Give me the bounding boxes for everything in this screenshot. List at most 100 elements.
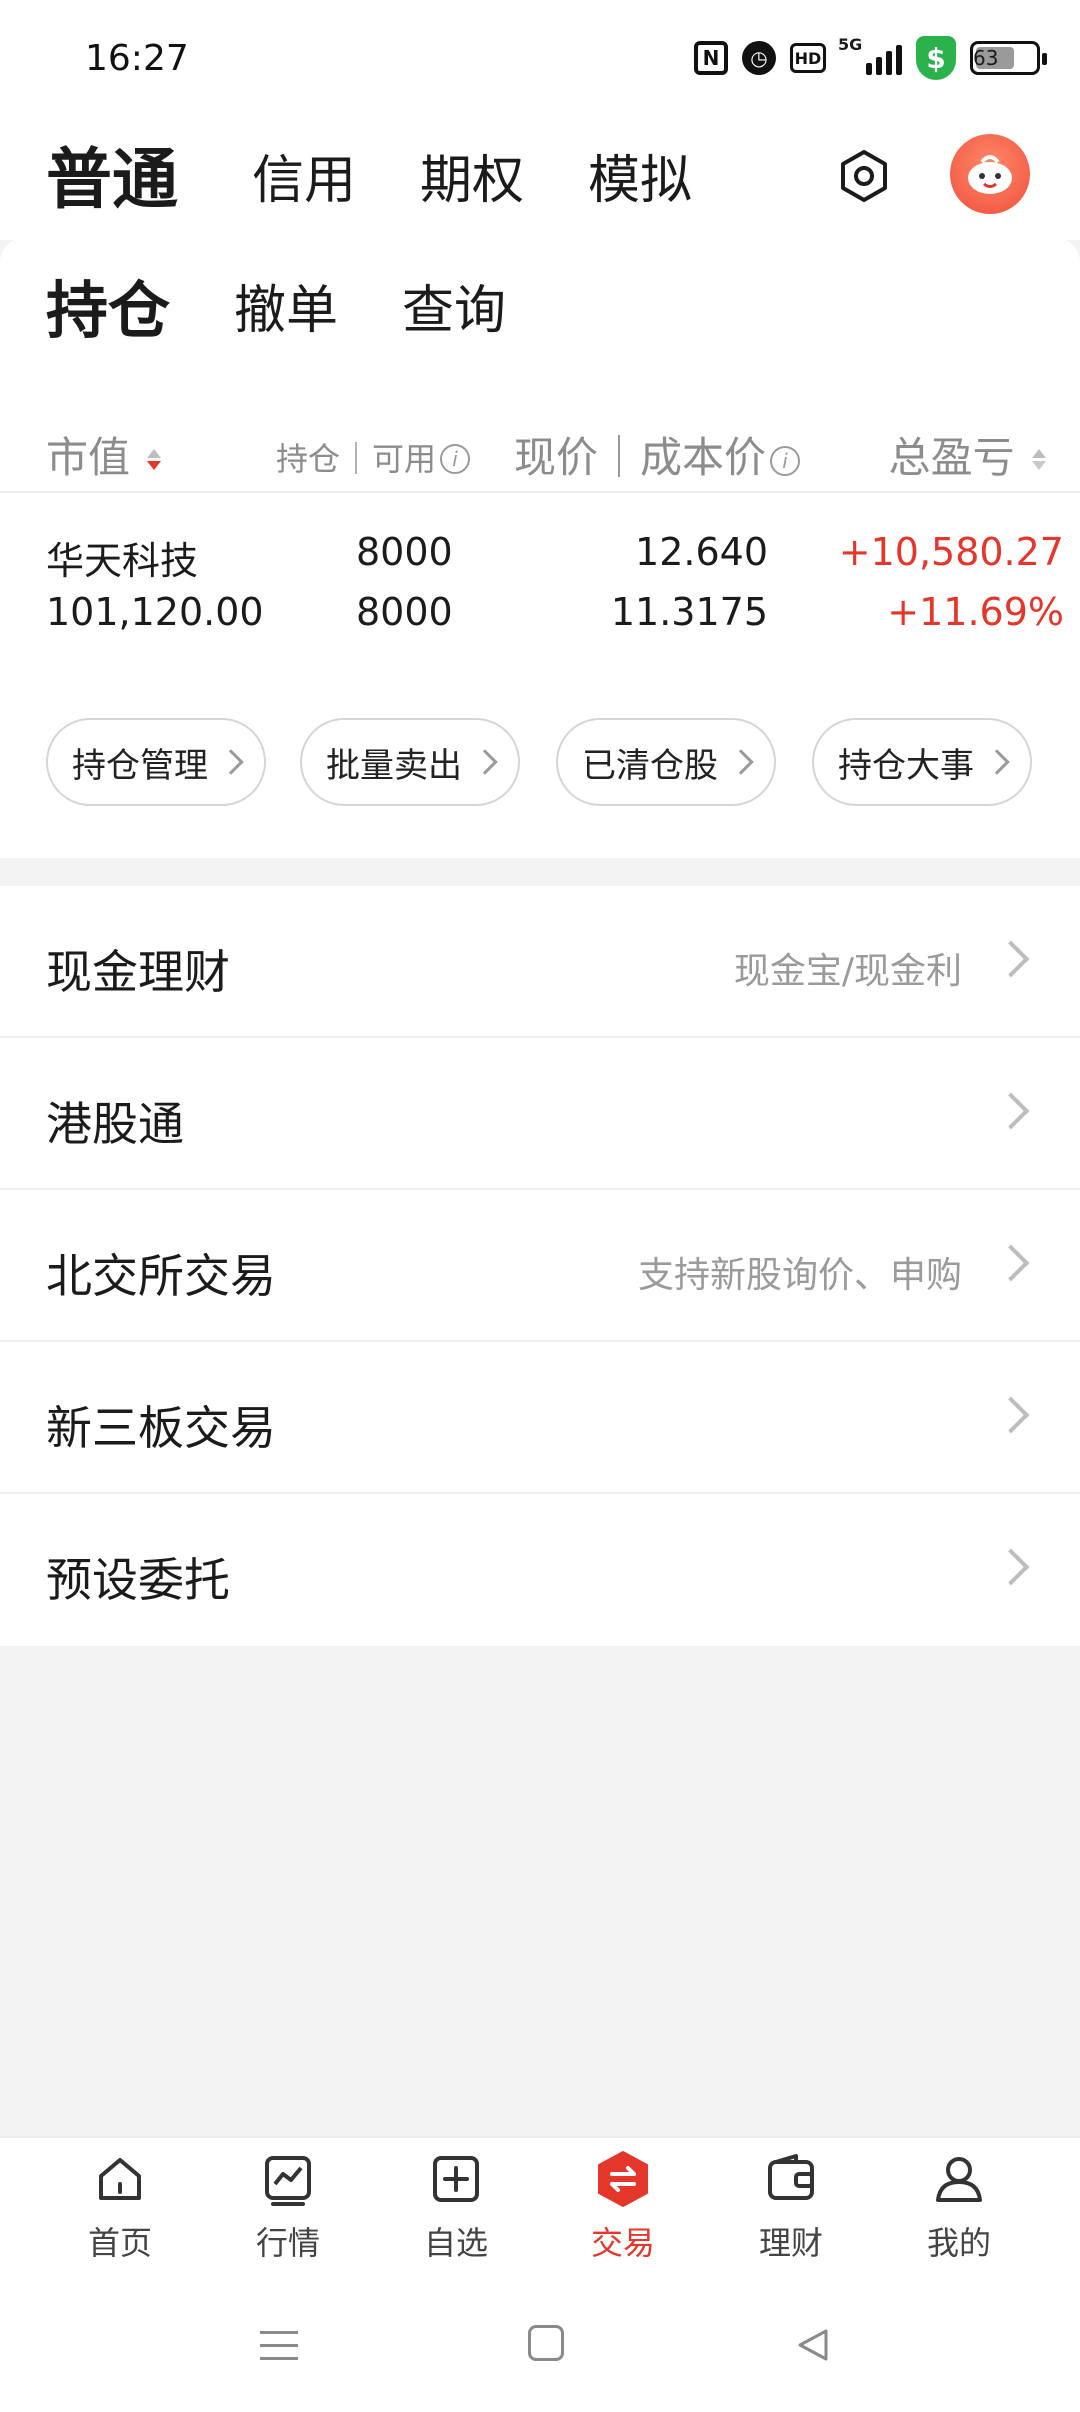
chevron-right-icon bbox=[992, 1092, 1030, 1130]
menu-item-bse-trading[interactable]: 北交所交易 支持新股询价、申购 bbox=[0, 1190, 1080, 1342]
tab-credit-label: 信用 bbox=[252, 151, 357, 211]
nav-profile[interactable]: 我的 bbox=[899, 2150, 1019, 2264]
chevron-right-icon bbox=[992, 940, 1030, 978]
header-price-cost-label: 现价｜成本价 bbox=[514, 433, 767, 482]
wallet-icon bbox=[768, 2154, 814, 2200]
header-market-value[interactable]: 市值 bbox=[46, 424, 162, 485]
header-total-pnl[interactable]: 总盈亏 bbox=[889, 424, 1046, 485]
account-type-tabs: 普通 信用 期权 模拟 bbox=[0, 110, 1080, 240]
status-icons: N ◷ HD 5G $ 63 bbox=[694, 35, 1047, 80]
chevron-right-icon bbox=[218, 749, 244, 775]
nav-profile-label: 我的 bbox=[926, 2224, 991, 2262]
holdings-card: 持仓 撤单 查询 市值 持仓｜可用 i 现价｜成本价 i 总盈亏 华天科技 10… bbox=[0, 238, 1080, 858]
signal-icon: 5G bbox=[838, 35, 902, 75]
cleared-stocks-label: 已清仓股 bbox=[582, 745, 718, 786]
menu-item-label: 现金理财 bbox=[46, 945, 230, 999]
profile-icon bbox=[936, 2157, 982, 2202]
tab-simulation[interactable]: 模拟 bbox=[588, 138, 692, 213]
chart-icon bbox=[265, 2156, 311, 2206]
mascot-avatar-icon[interactable] bbox=[950, 134, 1030, 214]
menu-item-label: 北交所交易 bbox=[46, 1249, 276, 1303]
tab-query-label: 查询 bbox=[402, 281, 507, 341]
recent-apps-icon[interactable] bbox=[260, 2331, 298, 2370]
header-total-pnl-label: 总盈亏 bbox=[888, 433, 1015, 482]
nav-wealth[interactable]: 理财 bbox=[731, 2150, 851, 2264]
settings-hexagon-icon[interactable] bbox=[836, 148, 892, 204]
holding-actions: 持仓管理 批量卖出 已清仓股 持仓大事 bbox=[0, 718, 1080, 808]
nav-home-label: 首页 bbox=[87, 2224, 152, 2262]
holdings-manage-label: 持仓管理 bbox=[72, 745, 208, 786]
menu-item-sub: 支持新股询价、申购 bbox=[637, 1255, 962, 1296]
status-time: 16:27 bbox=[85, 38, 189, 79]
holding-row[interactable]: 华天科技 101,120.00 8000 8000 12.640 11.3175… bbox=[0, 508, 1080, 638]
chevron-right-icon bbox=[992, 1244, 1030, 1282]
nav-home[interactable]: 首页 bbox=[60, 2150, 180, 2264]
alarm-icon: ◷ bbox=[742, 41, 776, 75]
nfc-icon: N bbox=[694, 41, 728, 75]
menu-item-label: 港股通 bbox=[46, 1097, 184, 1151]
chevron-right-icon bbox=[984, 749, 1010, 775]
menu-item-neeq-trading[interactable]: 新三板交易 bbox=[0, 1342, 1080, 1494]
tab-credit[interactable]: 信用 bbox=[252, 138, 356, 213]
menu-item-hk-connect[interactable]: 港股通 bbox=[0, 1038, 1080, 1190]
tab-normal-label: 普通 bbox=[46, 141, 178, 218]
batch-sell-button[interactable]: 批量卖出 bbox=[300, 718, 520, 806]
info-icon[interactable]: i bbox=[440, 444, 471, 474]
batch-sell-label: 批量卖出 bbox=[326, 745, 462, 786]
tab-cancel-order[interactable]: 撤单 bbox=[234, 268, 338, 343]
tab-query[interactable]: 查询 bbox=[402, 268, 506, 343]
header-holding-available-label: 持仓｜可用 bbox=[276, 440, 437, 478]
menu-item-label: 预设委托 bbox=[46, 1553, 230, 1607]
sort-icon bbox=[147, 449, 162, 470]
tab-holdings[interactable]: 持仓 bbox=[42, 260, 170, 350]
stock-available: 8000 bbox=[356, 590, 453, 634]
stock-price: 12.640 bbox=[635, 530, 768, 574]
stock-pnl-pct: +11.69% bbox=[887, 590, 1064, 634]
stock-name: 华天科技 bbox=[46, 539, 199, 583]
menu-item-cash-management[interactable]: 现金理财 现金宝/现金利 bbox=[0, 886, 1080, 1038]
nav-watchlist[interactable]: 自选 bbox=[396, 2150, 516, 2264]
tab-options[interactable]: 期权 bbox=[420, 138, 524, 213]
tab-simulation-label: 模拟 bbox=[588, 151, 693, 211]
cleared-stocks-button[interactable]: 已清仓股 bbox=[556, 718, 776, 806]
nav-trade[interactable]: 交易 bbox=[563, 2150, 683, 2264]
tab-options-label: 期权 bbox=[420, 151, 525, 211]
hd-icon: HD bbox=[790, 43, 826, 73]
tab-normal[interactable]: 普通 bbox=[42, 126, 178, 222]
nav-market[interactable]: 行情 bbox=[228, 2150, 348, 2264]
header-price-cost: 现价｜成本价 i bbox=[514, 424, 801, 485]
holdings-column-header: 市值 持仓｜可用 i 现价｜成本价 i 总盈亏 bbox=[0, 398, 1080, 493]
chevron-right-icon bbox=[992, 1548, 1030, 1586]
nav-market-label: 行情 bbox=[255, 2224, 320, 2262]
chevron-right-icon bbox=[992, 1396, 1030, 1434]
trading-page: 16:27 N ◷ HD 5G $ 63 普通 信用 期权 模拟 持仓 撤单 查… bbox=[0, 0, 1080, 2412]
home-button-icon[interactable] bbox=[528, 2325, 564, 2361]
service-menu: 现金理财 现金宝/现金利 港股通 北交所交易 支持新股询价、申购 新三板交易 预… bbox=[0, 886, 1080, 1646]
nav-watchlist-label: 自选 bbox=[423, 2224, 488, 2262]
stock-market-value: 101,120.00 bbox=[46, 590, 264, 634]
add-watchlist-icon bbox=[433, 2156, 479, 2202]
nav-wealth-label: 理财 bbox=[758, 2224, 823, 2262]
header-market-value-label: 市值 bbox=[46, 433, 131, 482]
menu-item-sub: 现金宝/现金利 bbox=[733, 951, 962, 992]
holding-events-button[interactable]: 持仓大事 bbox=[812, 718, 1032, 806]
header-holding-available: 持仓｜可用 i bbox=[276, 434, 471, 480]
battery-level: 63 bbox=[973, 46, 999, 70]
sort-icon bbox=[1032, 449, 1046, 470]
network-type: 5G bbox=[838, 35, 863, 54]
holding-events-label: 持仓大事 bbox=[838, 745, 974, 786]
menu-item-preset-order[interactable]: 预设委托 bbox=[0, 1494, 1080, 1646]
trade-exchange-icon bbox=[598, 2151, 648, 2207]
security-shield-icon: $ bbox=[916, 36, 956, 80]
holdings-sub-tabs: 持仓 撤单 查询 bbox=[0, 238, 1080, 368]
menu-item-label: 新三板交易 bbox=[46, 1401, 276, 1455]
stock-cost: 11.3175 bbox=[610, 590, 768, 634]
back-icon[interactable] bbox=[792, 2325, 832, 2365]
tab-cancel-order-label: 撤单 bbox=[234, 281, 339, 341]
bottom-navigation: 首页 行情 自选 交易 理财 我的 bbox=[0, 2136, 1080, 2281]
home-icon bbox=[99, 2158, 141, 2200]
info-icon[interactable]: i bbox=[770, 446, 801, 476]
nav-trade-label: 交易 bbox=[590, 2224, 655, 2262]
holdings-manage-button[interactable]: 持仓管理 bbox=[46, 718, 266, 806]
status-bar: 16:27 N ◷ HD 5G $ 63 bbox=[0, 0, 1080, 110]
